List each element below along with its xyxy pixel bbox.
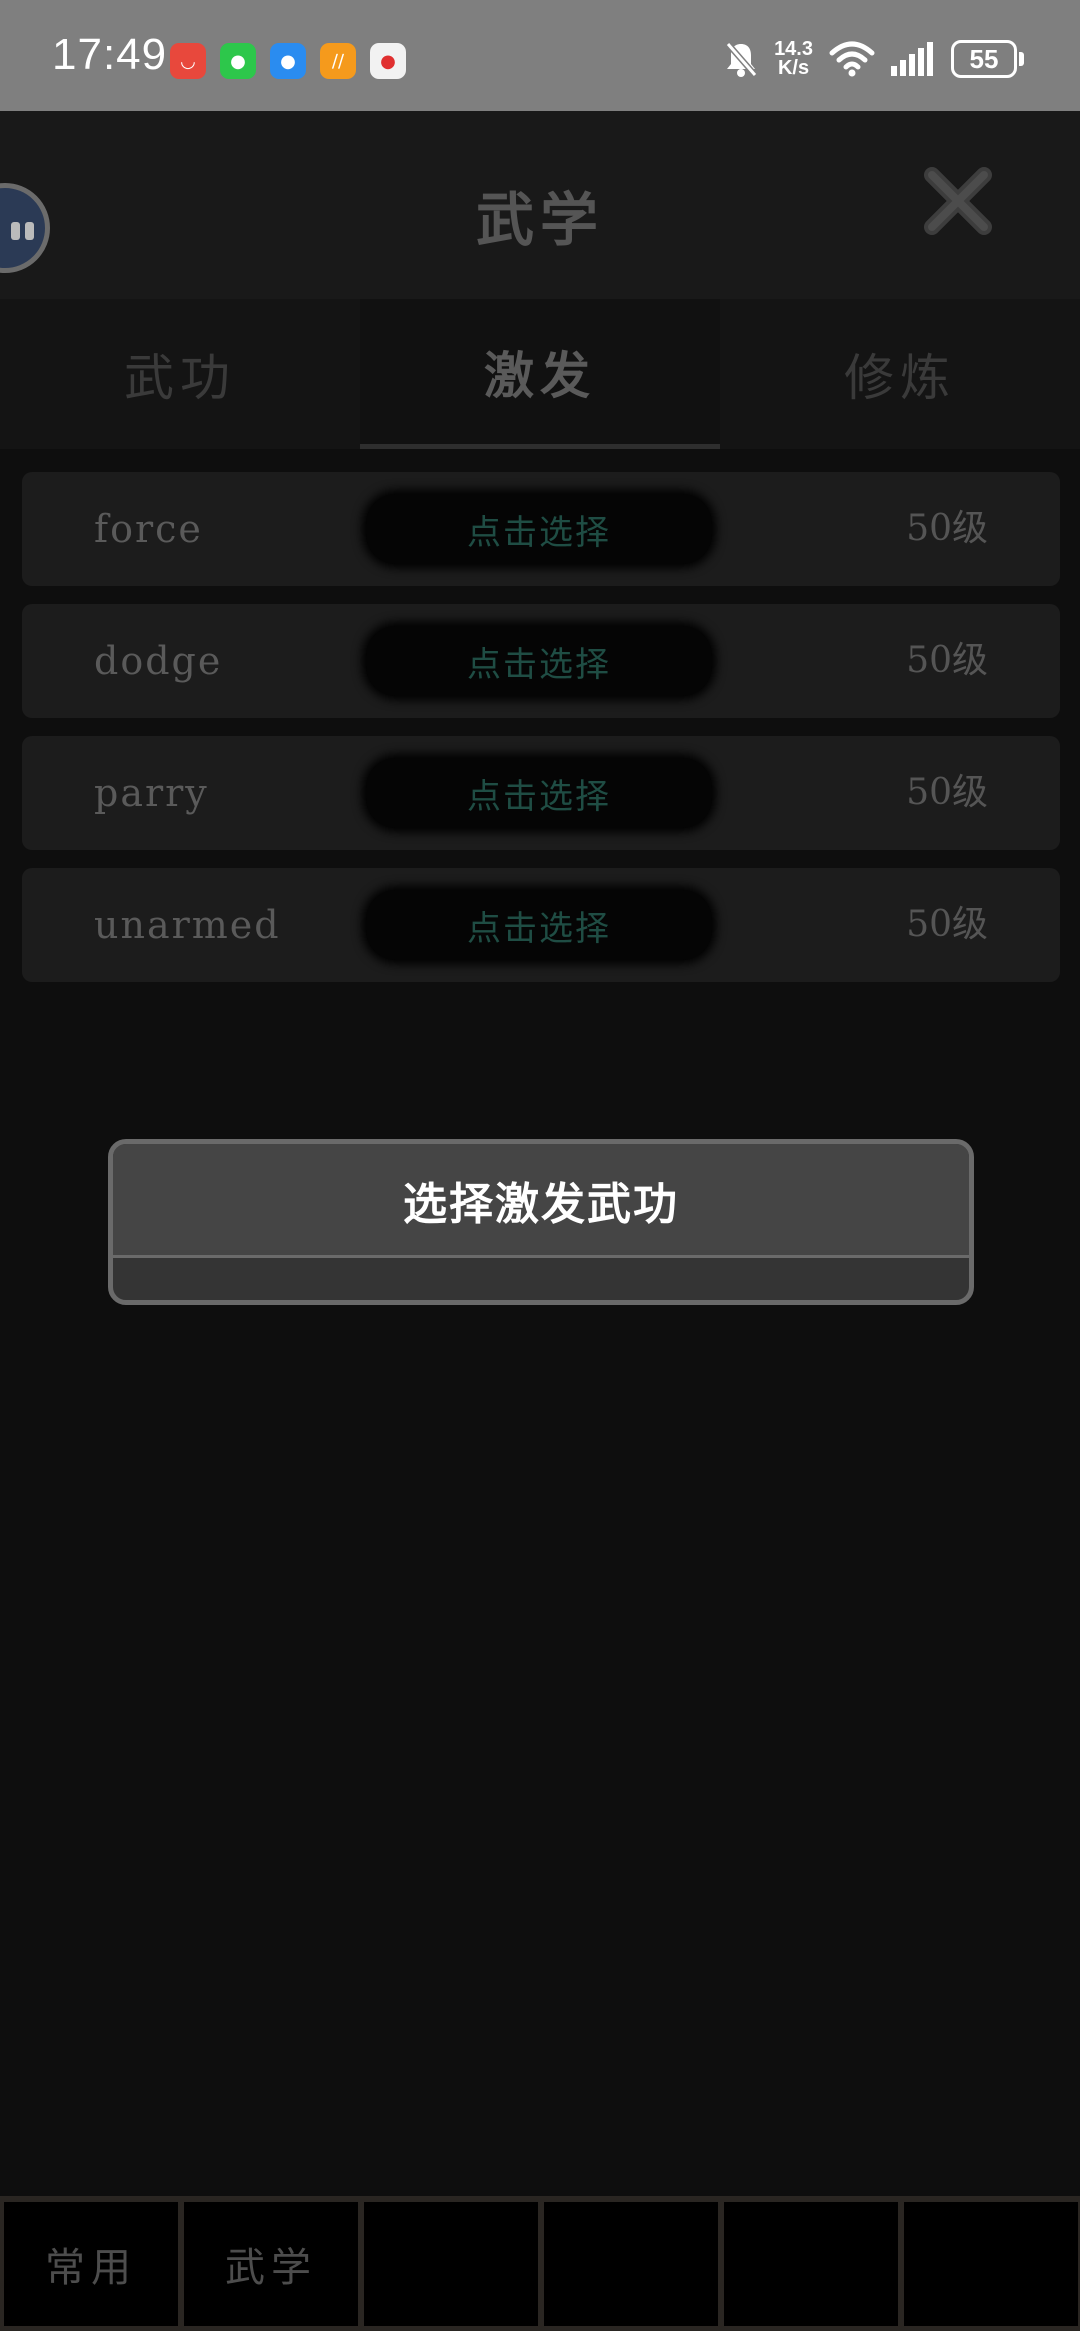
status-bar: 17:49 ◡ ● ● ∕∕ ● 14.3 K/s 55 [0, 0, 1080, 111]
select-skill-button[interactable]: 点击选择 [366, 890, 712, 960]
skill-list: force 点击选择 50级 dodge 点击选择 50级 parry 点击选择… [22, 472, 1060, 1000]
skill-name: dodge [94, 639, 223, 683]
skill-name: unarmed [94, 903, 281, 947]
tab-practice[interactable]: 修炼 [720, 299, 1080, 449]
skill-row-dodge: dodge 点击选择 50级 [22, 604, 1060, 718]
wifi-icon [829, 41, 875, 77]
nav-slot-4[interactable] [544, 2202, 718, 2326]
skill-level: 50级 [906, 508, 988, 549]
skill-name: parry [94, 771, 209, 815]
speed-unit: K/s [777, 57, 810, 79]
select-skill-dialog: 选择激发武功 [108, 1139, 974, 1305]
notification-icons: ◡ ● ● ∕∕ ● [170, 43, 406, 79]
tab-enable[interactable]: 激发 [360, 299, 720, 449]
signal-icon [891, 42, 933, 76]
skill-level: 50级 [906, 640, 988, 681]
close-icon[interactable] [918, 161, 998, 241]
nav-slot-5[interactable] [724, 2202, 898, 2326]
select-skill-button[interactable]: 点击选择 [366, 626, 712, 696]
network-speed: 14.3 K/s [774, 39, 813, 79]
tab-martial-arts[interactable]: 武功 [0, 299, 360, 449]
skill-level: 50级 [906, 904, 988, 945]
nav-common[interactable]: 常用 [4, 2202, 178, 2326]
nav-slot-3[interactable] [364, 2202, 538, 2326]
tab-bar: 武功 激发 修炼 [0, 299, 1080, 449]
skill-level: 50级 [906, 772, 988, 813]
battery-icon: 55 [951, 40, 1024, 78]
skill-row-parry: parry 点击选择 50级 [22, 736, 1060, 850]
dialog-title: 选择激发武功 [113, 1144, 969, 1258]
select-skill-button[interactable]: 点击选择 [366, 494, 712, 564]
battery-level: 55 [951, 40, 1017, 78]
nav-slot-6[interactable] [904, 2202, 1078, 2326]
wechat-icon: ● [220, 43, 256, 79]
bottom-nav: 常用 武学 [0, 2196, 1080, 2331]
map-icon: ● [370, 43, 406, 79]
message-icon: ● [270, 43, 306, 79]
clock: 17:49 [52, 30, 168, 79]
orange-app-icon: ∕∕ [320, 43, 356, 79]
mute-bell-icon [725, 42, 758, 77]
nav-martial[interactable]: 武学 [184, 2202, 358, 2326]
select-skill-button[interactable]: 点击选择 [366, 758, 712, 828]
weibo-icon: ◡ [170, 43, 206, 79]
skill-name: force [94, 507, 203, 551]
skill-row-unarmed: unarmed 点击选择 50级 [22, 868, 1060, 982]
skill-row-force: force 点击选择 50级 [22, 472, 1060, 586]
header: 武学 [0, 111, 1080, 299]
status-right: 14.3 K/s 55 [724, 39, 1024, 79]
